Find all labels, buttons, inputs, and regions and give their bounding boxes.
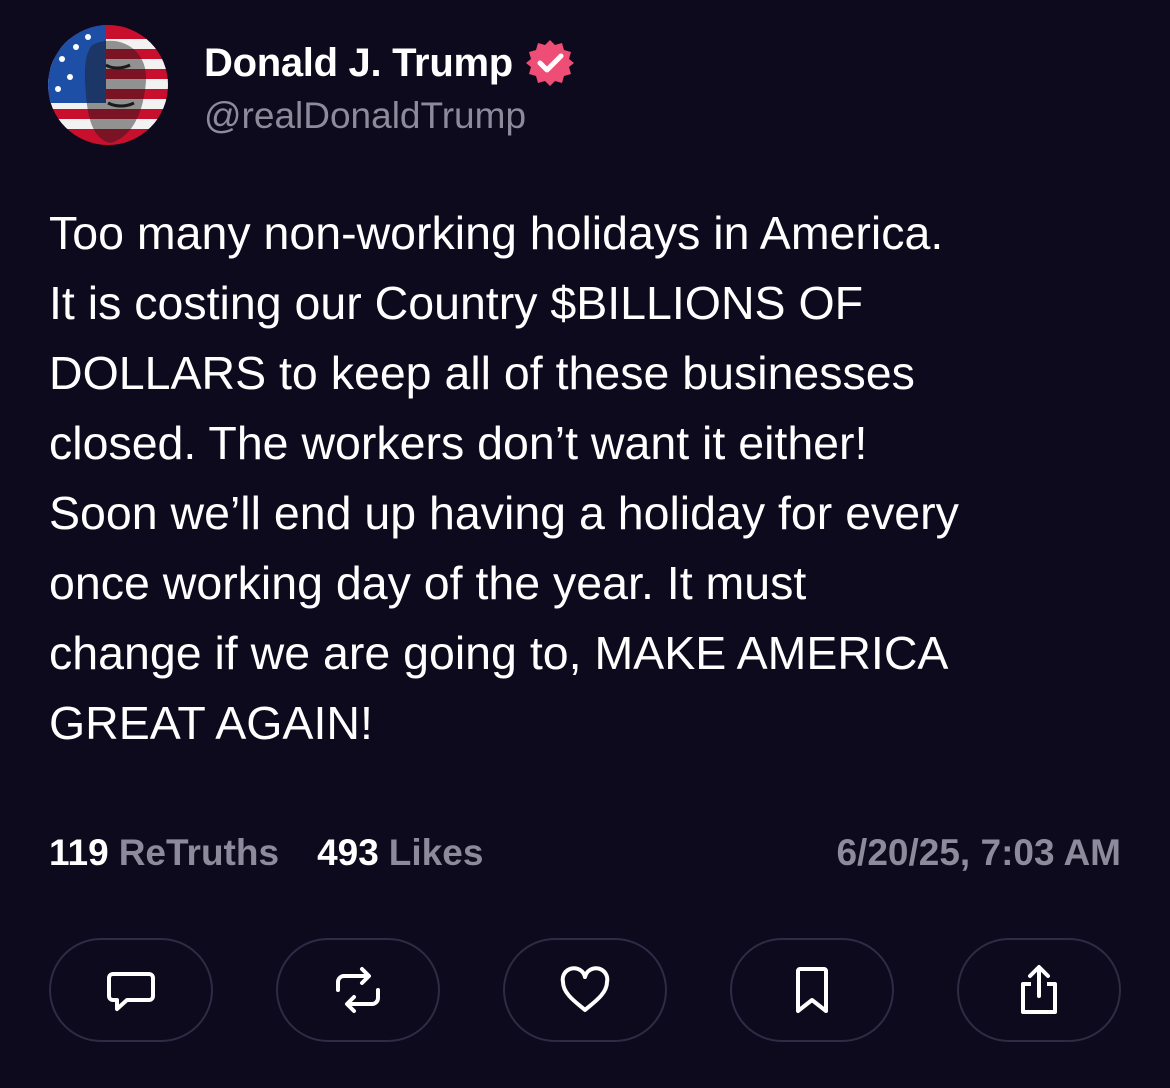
action-bar [49,938,1121,1044]
retruths-label: ReTruths [118,832,280,873]
like-heart-icon [560,966,610,1012]
verified-badge-icon [525,38,575,88]
retruth-button[interactable] [276,938,440,1042]
likes-stat[interactable]: 493 Likes [317,832,483,874]
share-icon [1021,965,1057,1014]
likes-label: Likes [388,832,484,873]
bookmark-button[interactable] [730,938,894,1042]
post-card: Donald J. Trump @realDonaldTrump Too man… [0,0,1170,1088]
share-button[interactable] [957,938,1121,1042]
like-button[interactable] [503,938,667,1042]
retruths-count: 119 [49,832,109,873]
likes-count: 493 [317,832,379,873]
retruths-stat[interactable]: 119 ReTruths [49,832,279,874]
reply-button[interactable] [49,938,213,1042]
author-display-name[interactable]: Donald J. Trump [204,41,513,86]
avatar[interactable] [48,25,168,145]
flag-portrait-avatar-icon [48,25,168,145]
post-header: Donald J. Trump @realDonaldTrump [48,24,575,146]
post-timestamp: 6/20/25, 7:03 AM [836,832,1121,873]
author-handle[interactable]: @realDonaldTrump [204,95,575,137]
retruth-icon [336,967,380,1013]
author-identity: Donald J. Trump @realDonaldTrump [204,33,575,137]
bookmark-icon [796,967,828,1013]
post-text: Too many non-working holidays in America… [49,207,959,749]
name-row: Donald J. Trump [204,33,575,93]
reply-icon [107,972,155,1011]
post-stats: 119 ReTruths 493 Likes 6/20/25, 7:03 AM [49,828,1121,878]
